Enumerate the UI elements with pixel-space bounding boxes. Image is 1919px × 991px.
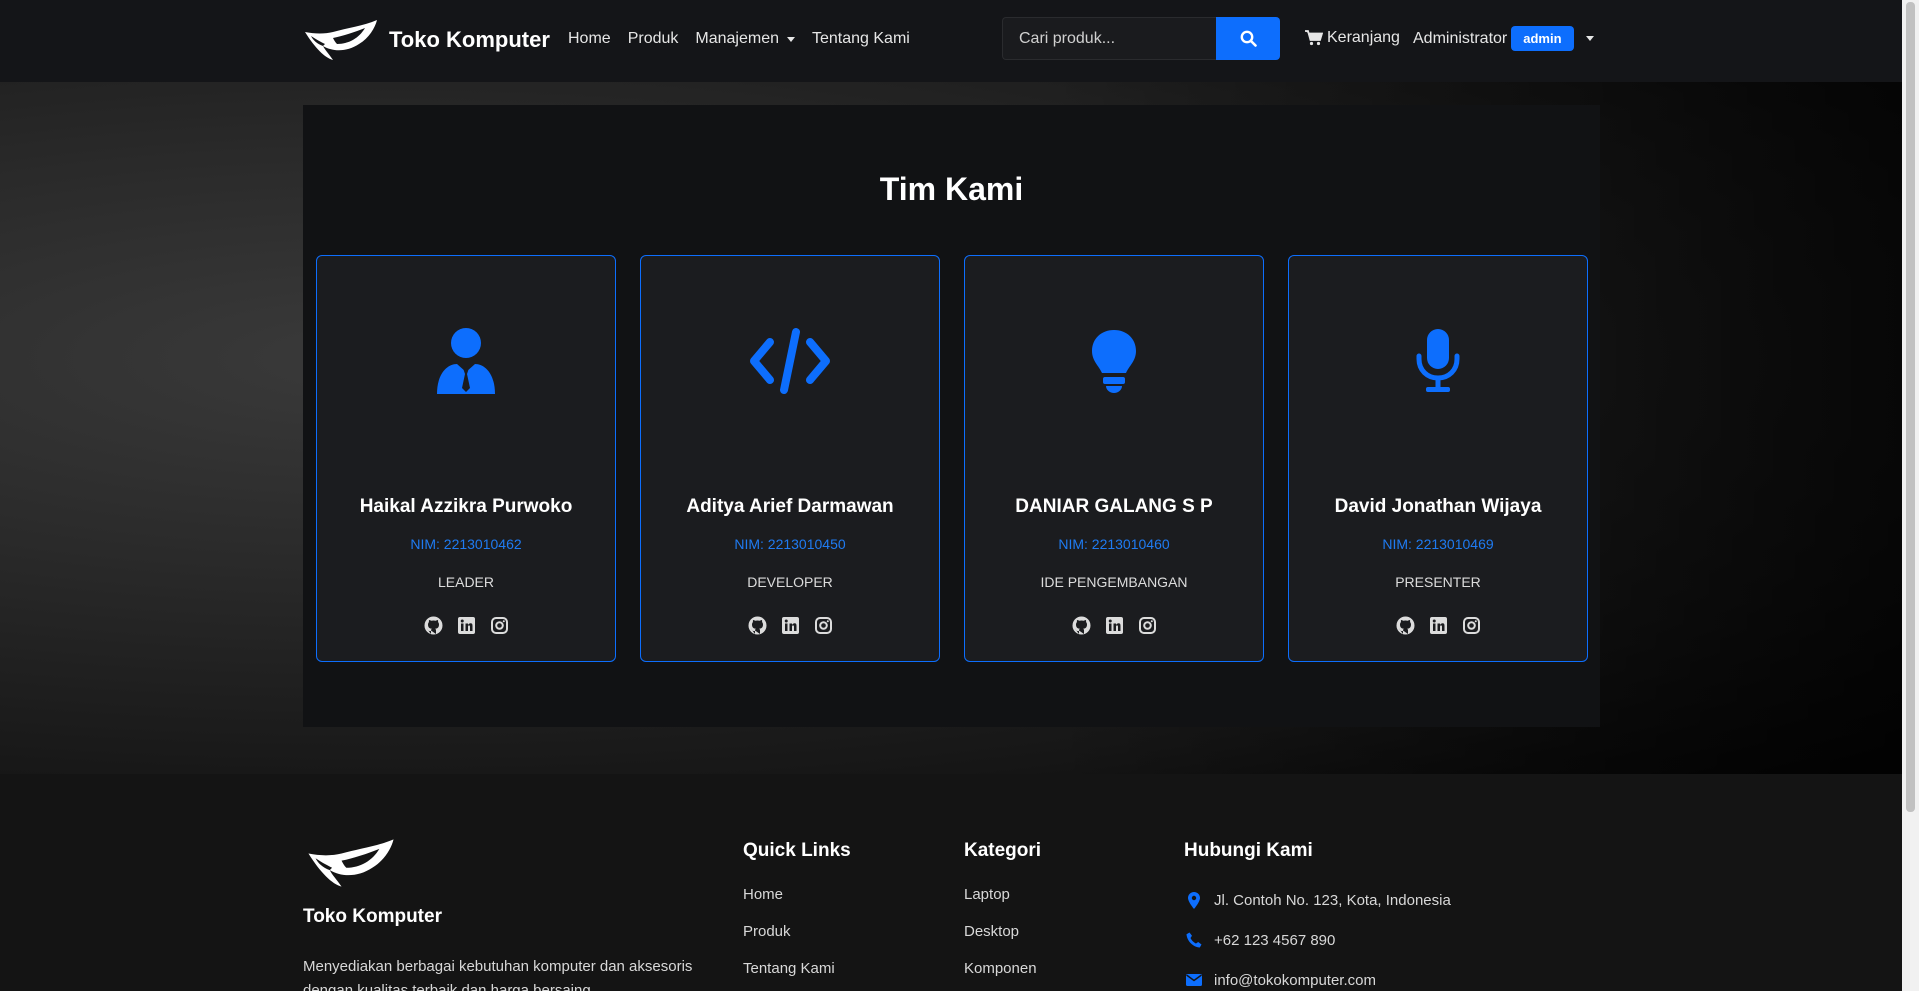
nav-links: Home Produk Manajemen Tentang Kami xyxy=(568,30,910,48)
search-button[interactable] xyxy=(1216,17,1280,60)
team-card: David Jonathan Wijaya NIM: 2213010469 PR… xyxy=(1288,255,1588,662)
caret-down-icon xyxy=(1585,36,1594,41)
member-nim: NIM: 2213010460 xyxy=(1058,536,1170,552)
search-form xyxy=(1002,17,1280,60)
scrollbar-thumb[interactable] xyxy=(1906,2,1915,812)
user-menu[interactable]: Administrator admin xyxy=(1413,26,1594,51)
contact-phone: +62 123 4567 890 xyxy=(1184,920,1451,960)
caret-down-icon xyxy=(787,36,795,42)
instagram-icon[interactable] xyxy=(490,616,509,635)
cart-label: Keranjang xyxy=(1327,29,1400,46)
phone-icon xyxy=(1186,932,1202,948)
contact-email[interactable]: info@tokokomputer.com xyxy=(1184,960,1451,991)
member-role: DEVELOPER xyxy=(747,574,833,590)
rog-logo-icon xyxy=(308,839,394,887)
code-icon xyxy=(750,328,830,394)
instagram-icon[interactable] xyxy=(1138,616,1157,635)
member-nim: NIM: 2213010450 xyxy=(734,536,846,552)
member-role: LEADER xyxy=(437,574,495,590)
footer-description: Menyediakan berbagai kebutuhan komputer … xyxy=(303,958,693,991)
linkedin-icon[interactable] xyxy=(457,616,476,635)
category-link-laptop[interactable]: Laptop xyxy=(964,886,1041,923)
member-name: Aditya Arief Darmawan xyxy=(686,496,894,517)
member-nim: NIM: 2213010469 xyxy=(1382,536,1494,552)
search-icon xyxy=(1240,30,1257,47)
role-badge: admin xyxy=(1511,26,1574,51)
rog-logo-icon xyxy=(305,20,377,60)
instagram-icon[interactable] xyxy=(814,616,833,635)
linkedin-icon[interactable] xyxy=(781,616,800,635)
team-card: Aditya Arief Darmawan NIM: 2213010450 DE… xyxy=(640,255,940,662)
github-icon[interactable] xyxy=(1072,616,1091,635)
user-tie-icon xyxy=(437,328,495,394)
linkedin-icon[interactable] xyxy=(1429,616,1448,635)
footer-link-home[interactable]: Home xyxy=(743,886,851,923)
team-card: Haikal Azzikra Purwoko NIM: 2213010462 L… xyxy=(316,255,616,662)
contact-column: Hubungi Kami Jl. Contoh No. 123, Kota, I… xyxy=(1184,840,1451,991)
contact-phone-text: +62 123 4567 890 xyxy=(1214,931,1336,949)
page-scrollbar[interactable] xyxy=(1902,0,1919,991)
team-section: Tim Kami Haikal Azzikra Purwoko NIM: 221… xyxy=(303,105,1600,727)
footer-link-tentang-kami[interactable]: Tentang Kami xyxy=(743,960,851,991)
github-icon[interactable] xyxy=(748,616,767,635)
search-input[interactable] xyxy=(1002,17,1216,60)
contact-address: Jl. Contoh No. 123, Kota, Indonesia xyxy=(1184,880,1451,920)
team-card: DANIAR GALANG S P NIM: 2213010460 IDE PE… xyxy=(964,255,1264,662)
categories-column: Kategori Laptop Desktop Komponen xyxy=(964,840,1041,991)
lightbulb-icon xyxy=(1092,330,1136,393)
member-role: PRESENTER xyxy=(1395,574,1481,590)
brand-name: Toko Komputer xyxy=(389,27,550,52)
map-marker-icon xyxy=(1188,891,1200,909)
contact-email-text: info@tokokomputer.com xyxy=(1214,971,1376,989)
cart-icon xyxy=(1305,30,1323,46)
cart-link[interactable]: Keranjang xyxy=(1305,29,1400,47)
member-nim: NIM: 2213010462 xyxy=(410,536,522,552)
member-role: IDE PENGEMBANGAN xyxy=(1040,574,1188,590)
instagram-icon[interactable] xyxy=(1462,616,1481,635)
footer-brand: Toko Komputer xyxy=(303,906,442,927)
envelope-icon xyxy=(1186,974,1202,986)
quick-links-column: Quick Links Home Produk Tentang Kami xyxy=(743,840,851,991)
nav-manajemen-dropdown[interactable]: Manajemen xyxy=(695,30,795,48)
section-title: Tim Kami xyxy=(879,171,1024,207)
nav-home[interactable]: Home xyxy=(568,30,611,48)
member-name: DANIAR GALANG S P xyxy=(1015,496,1213,517)
nav-tentang-kami[interactable]: Tentang Kami xyxy=(812,30,910,48)
user-name: Administrator xyxy=(1413,29,1508,47)
github-icon[interactable] xyxy=(1396,616,1415,635)
github-icon[interactable] xyxy=(424,616,443,635)
navbar: Toko Komputer Home Produk Manajemen Tent… xyxy=(0,0,1902,82)
nav-produk[interactable]: Produk xyxy=(628,30,679,48)
contact-address-text: Jl. Contoh No. 123, Kota, Indonesia xyxy=(1214,891,1451,909)
member-name: Haikal Azzikra Purwoko xyxy=(359,496,573,517)
categories-heading: Kategori xyxy=(964,840,1042,861)
nav-manajemen-label: Manajemen xyxy=(695,30,779,47)
contact-heading: Hubungi Kami xyxy=(1184,840,1313,861)
brand-link[interactable]: Toko Komputer xyxy=(303,18,550,62)
quick-links-heading: Quick Links xyxy=(743,840,851,861)
member-name: David Jonathan Wijaya xyxy=(1334,496,1542,517)
category-link-desktop[interactable]: Desktop xyxy=(964,923,1041,960)
footer: Toko Komputer Menyediakan berbagai kebut… xyxy=(0,774,1902,991)
linkedin-icon[interactable] xyxy=(1105,616,1124,635)
category-link-komponen[interactable]: Komponen xyxy=(964,960,1041,991)
microphone-icon xyxy=(1416,329,1460,392)
footer-link-produk[interactable]: Produk xyxy=(743,923,851,960)
